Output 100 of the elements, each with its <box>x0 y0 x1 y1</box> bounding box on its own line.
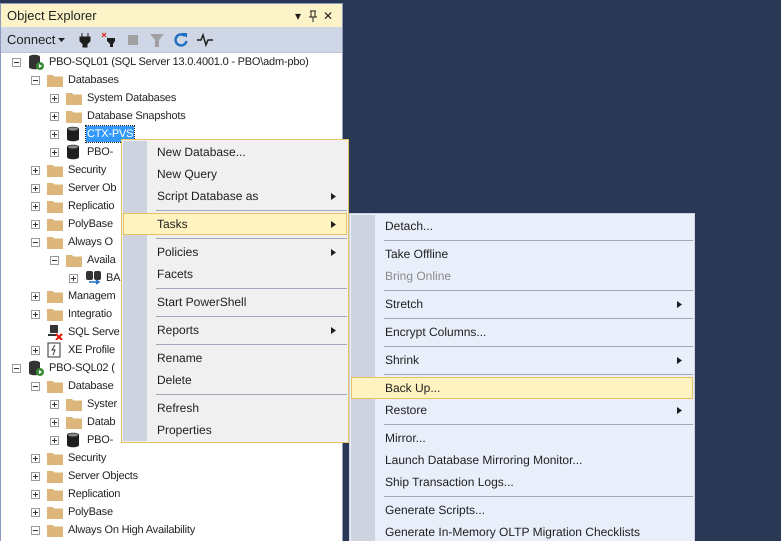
tree-item[interactable]: XE Profile <box>67 342 116 358</box>
close-button[interactable]: ✕ <box>320 8 336 22</box>
tree-item[interactable]: Server Objects <box>67 468 139 484</box>
menu-item[interactable]: Generate Scripts... <box>351 499 693 521</box>
expand-button[interactable] <box>31 202 40 210</box>
server-icon <box>28 360 44 376</box>
tree-item[interactable]: PolyBase <box>67 216 114 232</box>
submenu-arrow-icon <box>677 300 682 308</box>
menu-item[interactable]: Stretch <box>351 293 693 315</box>
collapse-button[interactable] <box>31 76 40 84</box>
tree-item[interactable]: System Databases <box>86 90 178 106</box>
tree-item[interactable]: Database <box>67 378 114 394</box>
tree-item[interactable]: Syster <box>86 396 118 412</box>
menu-item[interactable]: Shrink <box>351 349 693 371</box>
expand-button[interactable] <box>31 292 40 300</box>
folder-icon <box>47 73 63 87</box>
menu-item[interactable]: New Query <box>123 163 347 185</box>
connect-button[interactable]: Connect <box>7 32 66 47</box>
folder-icon <box>47 505 63 519</box>
folder-icon <box>47 469 63 483</box>
collapse-button[interactable] <box>31 238 40 246</box>
tree-item[interactable]: PBO- <box>86 144 114 160</box>
collapse-button[interactable] <box>12 364 21 372</box>
expand-button[interactable] <box>50 130 59 138</box>
tree-item[interactable]: Availa <box>86 252 117 268</box>
menu-item[interactable]: Generate In-Memory OLTP Migration Checklists <box>351 521 693 541</box>
expand-button[interactable] <box>50 400 59 408</box>
refresh-icon[interactable] <box>173 32 190 48</box>
menu-item[interactable]: Take Offline <box>351 243 693 265</box>
menu-item[interactable]: Encrypt Columns... <box>351 321 693 343</box>
tree-item[interactable]: Always On High Availability <box>67 522 196 538</box>
menu-item[interactable]: Detach... <box>351 215 693 237</box>
tree-item[interactable]: Security <box>67 450 108 466</box>
dropdown-button[interactable]: ▾ <box>290 8 306 22</box>
availability-group-icon <box>85 270 103 286</box>
expand-button[interactable] <box>31 184 40 192</box>
menu-item[interactable]: Policies <box>123 241 347 263</box>
menu-item[interactable]: Reports <box>123 319 347 341</box>
folder-icon <box>47 163 63 177</box>
folder-icon <box>47 451 63 465</box>
expand-button[interactable] <box>50 112 59 120</box>
tree-item[interactable]: Replication <box>67 486 122 502</box>
tree-item[interactable]: Replicatio <box>67 198 116 214</box>
expand-button[interactable] <box>31 508 40 516</box>
expand-button[interactable] <box>31 310 40 318</box>
expand-button[interactable] <box>50 418 59 426</box>
expand-button[interactable] <box>50 94 59 102</box>
expand-button[interactable] <box>31 346 40 354</box>
menu-item[interactable]: Start PowerShell <box>123 291 347 313</box>
menu-item[interactable]: Tasks <box>123 213 347 235</box>
tree-item[interactable]: PBO-SQL01 (SQL Server 13.0.4001.0 - PBO\adm-pbo) <box>48 54 310 70</box>
collapse-button[interactable] <box>50 256 59 264</box>
tree-item[interactable]: BA <box>105 270 122 286</box>
tree-item[interactable]: Integratio <box>67 306 113 322</box>
menu-item[interactable]: Script Database as <box>123 185 347 207</box>
menu-item[interactable]: Mirror... <box>351 427 693 449</box>
menu-item[interactable]: Restore <box>351 399 693 421</box>
folder-icon <box>47 199 63 213</box>
expand-button[interactable] <box>31 490 40 498</box>
menu-item[interactable]: Launch Database Mirroring Monitor... <box>351 449 693 471</box>
tree-item[interactable]: PolyBase <box>67 504 114 520</box>
tree-item[interactable]: SQL Serve <box>67 324 121 340</box>
tree-item[interactable]: Always O <box>67 234 114 250</box>
menu-item[interactable]: Rename <box>123 347 347 369</box>
menu-item[interactable]: Delete <box>123 369 347 391</box>
folder-icon <box>47 379 63 393</box>
folder-icon <box>47 487 63 501</box>
expand-button[interactable] <box>31 454 40 462</box>
tree-item[interactable]: Security <box>67 162 108 178</box>
tree-item[interactable]: Database Snapshots <box>86 108 187 124</box>
folder-icon <box>66 397 82 411</box>
collapse-button[interactable] <box>31 526 40 534</box>
panel-title: Object Explorer <box>7 8 98 23</box>
tree-item[interactable]: Server Ob <box>67 180 118 196</box>
submenu-arrow-icon <box>331 220 336 228</box>
tree-item[interactable]: PBO-SQL02 ( <box>48 360 116 376</box>
tree-item[interactable]: Databases <box>67 72 120 88</box>
tree-item[interactable]: PBO- <box>86 432 114 448</box>
expand-button[interactable] <box>31 166 40 174</box>
tree-item[interactable]: Managem <box>67 288 117 304</box>
expand-button[interactable] <box>50 148 59 156</box>
menu-item[interactable]: Refresh <box>123 397 347 419</box>
profiler-icon <box>47 342 61 358</box>
connect-icon[interactable] <box>77 32 94 48</box>
disconnect-icon[interactable] <box>101 32 118 48</box>
database-icon <box>66 126 80 142</box>
menu-item[interactable]: New Database... <box>123 141 347 163</box>
menu-item[interactable]: Ship Transaction Logs... <box>351 471 693 493</box>
expand-button[interactable] <box>31 472 40 480</box>
expand-button[interactable] <box>50 436 59 444</box>
expand-button[interactable] <box>31 220 40 228</box>
menu-item[interactable]: Facets <box>123 263 347 285</box>
activity-icon[interactable] <box>197 32 214 48</box>
menu-item[interactable]: Properties <box>123 419 347 441</box>
tree-item[interactable]: Datab <box>86 414 116 430</box>
menu-item[interactable]: Back Up... <box>351 377 693 399</box>
pin-icon[interactable] <box>308 10 318 22</box>
expand-button[interactable] <box>69 274 78 282</box>
collapse-button[interactable] <box>12 58 21 66</box>
collapse-button[interactable] <box>31 382 40 390</box>
